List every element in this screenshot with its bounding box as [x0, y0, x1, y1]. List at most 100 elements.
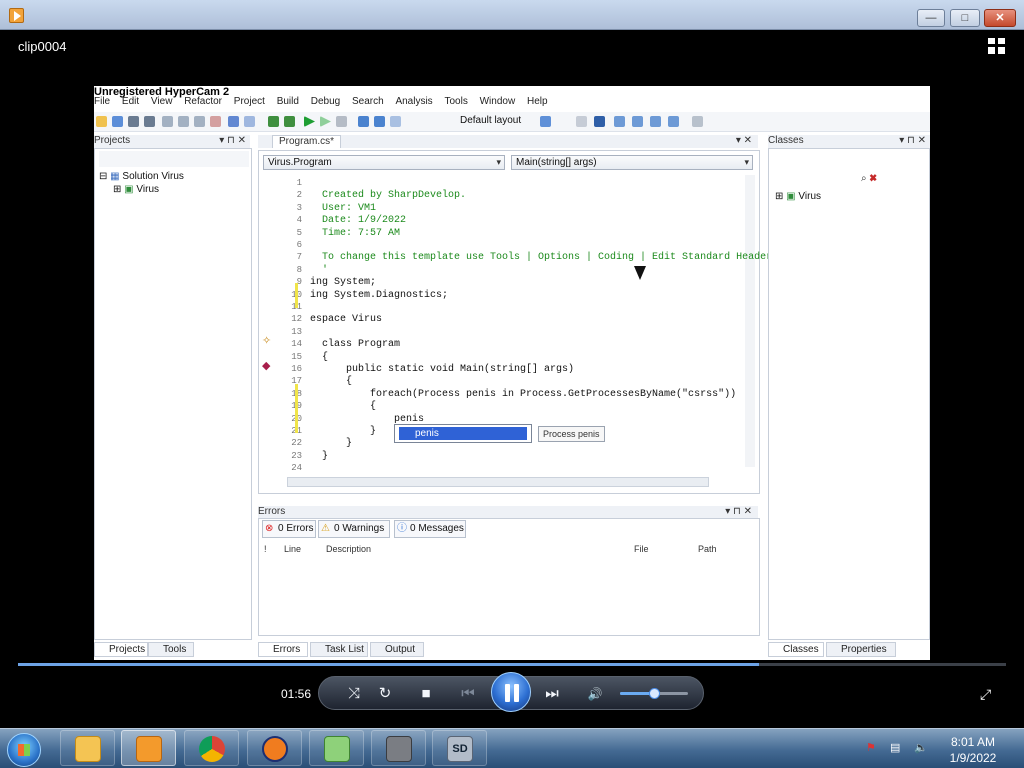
taskbar-installer[interactable]	[371, 730, 426, 766]
tree-item-solution[interactable]: ⊟ ▦ Solution Virus	[99, 171, 184, 182]
line-number: 13	[291, 326, 302, 337]
next-button[interactable]: ⏭	[539, 685, 565, 703]
close-button[interactable]: ✕	[984, 9, 1016, 27]
autocomplete-item[interactable]: penis	[399, 427, 527, 440]
menu-debug: Debug	[310, 96, 341, 107]
messages-filter-button[interactable]: ⓘ 0 Messages	[394, 520, 466, 538]
notepad-plus-plus-icon	[324, 736, 350, 762]
repeat-button[interactable]: ↻	[376, 685, 394, 703]
minimize-button[interactable]: —	[917, 9, 945, 27]
mute-button[interactable]: 🔊	[586, 685, 604, 703]
code-line: }	[310, 438, 353, 450]
project-icon: ▣	[124, 184, 134, 195]
network-error-icon[interactable]: ⚑	[866, 741, 876, 754]
sharpdevelop-icon: SD	[447, 736, 473, 762]
menu-search: Search	[351, 96, 384, 107]
seek-bar[interactable]	[18, 663, 1006, 666]
tab-properties[interactable]: Properties	[826, 642, 896, 657]
autocomplete-popup[interactable]: penis	[394, 424, 532, 443]
new-file-icon	[96, 116, 107, 127]
clock-date: 1/9/2022	[949, 751, 997, 765]
print-icon	[650, 116, 661, 127]
fullscreen-button[interactable]: ⤢	[980, 686, 991, 703]
start-button[interactable]	[7, 733, 41, 767]
tree-item-project[interactable]: ⊞ ▣ Virus	[113, 184, 184, 195]
view-icon	[614, 116, 625, 127]
code-line: foreach(Process penis in Process.GetProc…	[310, 388, 737, 400]
editor-horizontal-scrollbar[interactable]	[287, 477, 709, 487]
tab-errors[interactable]: Errors	[258, 642, 308, 657]
code-line: '	[310, 264, 329, 276]
projects-toolbar	[99, 151, 249, 167]
column-header: !	[264, 544, 267, 554]
indent-icon	[594, 116, 605, 127]
tab-output[interactable]: Output	[370, 642, 424, 657]
tree-item-namespace[interactable]: ⊞ ▣ Virus	[775, 191, 821, 202]
menu-analysis: Analysis	[395, 96, 433, 107]
tab-projects[interactable]: Projects	[94, 642, 148, 657]
bulb-icon: ✧	[262, 335, 272, 347]
menu-help: Help	[526, 96, 548, 107]
ide-toolbar: Default layout	[94, 112, 930, 132]
media-player-icon	[136, 736, 162, 762]
installer-icon	[386, 736, 412, 762]
line-number: 3	[296, 202, 302, 213]
errors-filter-button[interactable]: ⊗ 0 Errors	[262, 520, 316, 538]
line-number: 16	[291, 364, 302, 374]
pause-button[interactable]	[491, 672, 531, 712]
previous-button[interactable]: ⏮	[455, 685, 481, 703]
window-titlebar: — □ ✕	[0, 0, 1024, 30]
warning-icon: ⚠	[321, 523, 330, 534]
run-without-debug-icon	[320, 116, 331, 127]
line-number: 5	[296, 227, 302, 238]
volume-thumb[interactable]	[649, 688, 660, 699]
line-number: 12	[291, 314, 302, 325]
class-combo[interactable]: Virus.Program	[263, 155, 505, 170]
panel-close-icon: ▾ ⊓ ✕	[725, 506, 752, 517]
code-line: Date: 1/9/2022	[310, 215, 407, 227]
line-number: 7	[296, 252, 302, 263]
maximize-button[interactable]: □	[950, 9, 980, 27]
volume-tray-icon[interactable]: 🔈	[914, 741, 928, 754]
run-icon	[304, 116, 315, 127]
tab-task-list[interactable]: Task List	[310, 642, 368, 657]
tab-program-cs[interactable]: Program.cs*	[272, 135, 342, 148]
column-header: Description	[326, 544, 372, 554]
line-number: 24	[291, 463, 302, 474]
shuffle-button[interactable]: ⤨	[345, 685, 363, 703]
taskbar-notepad-plus-plus[interactable]	[309, 730, 364, 766]
open-folder-icon	[112, 116, 123, 127]
menu-window: Window	[479, 96, 516, 107]
line-number: 8	[296, 264, 302, 275]
taskbar-explorer[interactable]	[60, 730, 115, 766]
changed-line-marker	[295, 384, 298, 433]
step-into-icon	[374, 116, 385, 127]
taskbar-clock[interactable]: 8:01 AM 1/9/2022	[948, 734, 998, 766]
code-line: Created by SharpDevelop.	[310, 190, 467, 202]
tab-tools[interactable]: Tools	[148, 642, 194, 657]
stop-button[interactable]: ■	[417, 685, 435, 703]
switch-library-icon[interactable]	[988, 38, 1006, 54]
copy-icon	[178, 116, 189, 127]
member-combo[interactable]: Main(string[] args)	[511, 155, 753, 170]
stop-icon	[336, 116, 347, 127]
code-line: espace Virus	[310, 314, 383, 326]
taskbar-sharpdevelop[interactable]: SD	[432, 730, 487, 766]
tab-classes[interactable]: Classes	[768, 642, 824, 657]
code-line: }	[310, 450, 329, 462]
taskbar-audacity[interactable]	[247, 730, 302, 766]
mouse-cursor-icon	[634, 266, 646, 280]
taskbar-chrome[interactable]	[184, 730, 239, 766]
taskbar-media-player[interactable]	[121, 730, 176, 766]
type-tooltip: Process penis	[538, 426, 605, 442]
classes-panel: ⊞ ▣ Virus ⌕ ✖	[768, 148, 930, 640]
code-line: {	[310, 401, 377, 413]
menu-file: File	[94, 96, 111, 107]
network-icon[interactable]: ▤	[890, 741, 900, 754]
code-line: To change this template use Tools | Opti…	[310, 252, 773, 264]
build-icon	[268, 116, 279, 127]
paste-icon	[194, 116, 205, 127]
warnings-filter-button[interactable]: ⚠ 0 Warnings	[318, 520, 390, 538]
line-number: 22	[291, 438, 302, 449]
current-time: 01:56	[281, 687, 312, 701]
